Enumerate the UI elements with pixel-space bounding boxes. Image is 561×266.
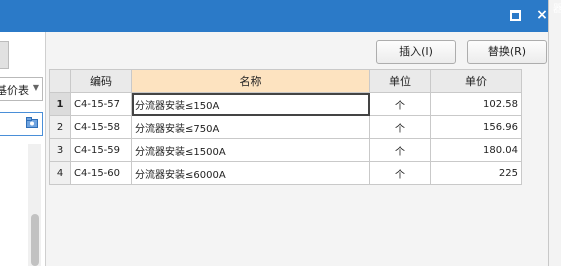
column-header-code[interactable]: 编码	[70, 69, 132, 93]
column-header-unit[interactable]: 单位	[369, 69, 431, 93]
replace-button[interactable]: 替换(R)	[467, 40, 547, 64]
left-panel: 基价表 ▼	[0, 32, 46, 266]
column-header-name[interactable]: 名称	[131, 69, 370, 93]
unit-cell[interactable]: 个	[369, 92, 431, 116]
price-table-combo[interactable]: 基价表 ▼	[0, 77, 43, 101]
search-input[interactable]	[0, 112, 43, 136]
code-cell[interactable]: C4-15-59	[70, 138, 132, 162]
search-folder-icon[interactable]	[26, 117, 38, 128]
background-edge-text: 器	[553, 4, 561, 15]
left-scrollbar-thumb[interactable]	[31, 214, 39, 266]
price-cell[interactable]: 180.04	[430, 138, 522, 162]
column-header-price[interactable]: 单价	[430, 69, 522, 93]
code-cell[interactable]: C4-15-57	[70, 92, 132, 116]
name-cell[interactable]: 分流器安装≤150A	[131, 92, 370, 116]
insert-button[interactable]: 插入(I)	[376, 40, 456, 64]
table-row[interactable]: 2 C4-15-58 分流器安装≤750A 个 156.96	[49, 115, 522, 139]
chevron-down-icon: ▼	[32, 83, 39, 92]
row-number[interactable]: 2	[49, 115, 71, 139]
grid-right-blank	[522, 69, 548, 266]
price-table-combo-text: 基价表	[0, 84, 29, 97]
code-cell[interactable]: C4-15-58	[70, 115, 132, 139]
table-row[interactable]: 1 C4-15-57 分流器安装≤150A 个 102.58	[49, 92, 522, 116]
maximize-icon	[509, 9, 521, 21]
left-tab[interactable]	[0, 41, 9, 69]
row-number[interactable]: 3	[49, 138, 71, 162]
close-icon: ×	[536, 7, 548, 23]
maximize-button[interactable]	[506, 6, 524, 24]
dialog-body: 基价表 ▼ 插入(I) 替换(R) 编码 名称 单位 单价	[0, 32, 548, 266]
name-cell[interactable]: 分流器安装≤1500A	[131, 138, 370, 162]
row-number[interactable]: 4	[49, 161, 71, 185]
quota-table: 编码 名称 单位 单价 1 C4-15-57 分流器安装≤150A 个 102.…	[49, 69, 522, 185]
name-cell[interactable]: 分流器安装≤6000A	[131, 161, 370, 185]
background-window-edge	[548, 0, 561, 266]
unit-cell[interactable]: 个	[369, 115, 431, 139]
name-cell[interactable]: 分流器安装≤750A	[131, 115, 370, 139]
table-header-row: 编码 名称 单位 单价	[49, 69, 522, 93]
unit-cell[interactable]: 个	[369, 161, 431, 185]
table-row[interactable]: 3 C4-15-59 分流器安装≤1500A 个 180.04	[49, 138, 522, 162]
price-cell[interactable]: 225	[430, 161, 522, 185]
corner-cell[interactable]	[49, 69, 71, 93]
unit-cell[interactable]: 个	[369, 138, 431, 162]
code-cell[interactable]: C4-15-60	[70, 161, 132, 185]
table-row[interactable]: 4 C4-15-60 分流器安装≤6000A 个 225	[49, 161, 522, 185]
row-number[interactable]: 1	[49, 92, 71, 116]
price-cell[interactable]: 156.96	[430, 115, 522, 139]
price-cell[interactable]: 102.58	[430, 92, 522, 116]
dialog-titlebar: ×	[0, 0, 561, 32]
